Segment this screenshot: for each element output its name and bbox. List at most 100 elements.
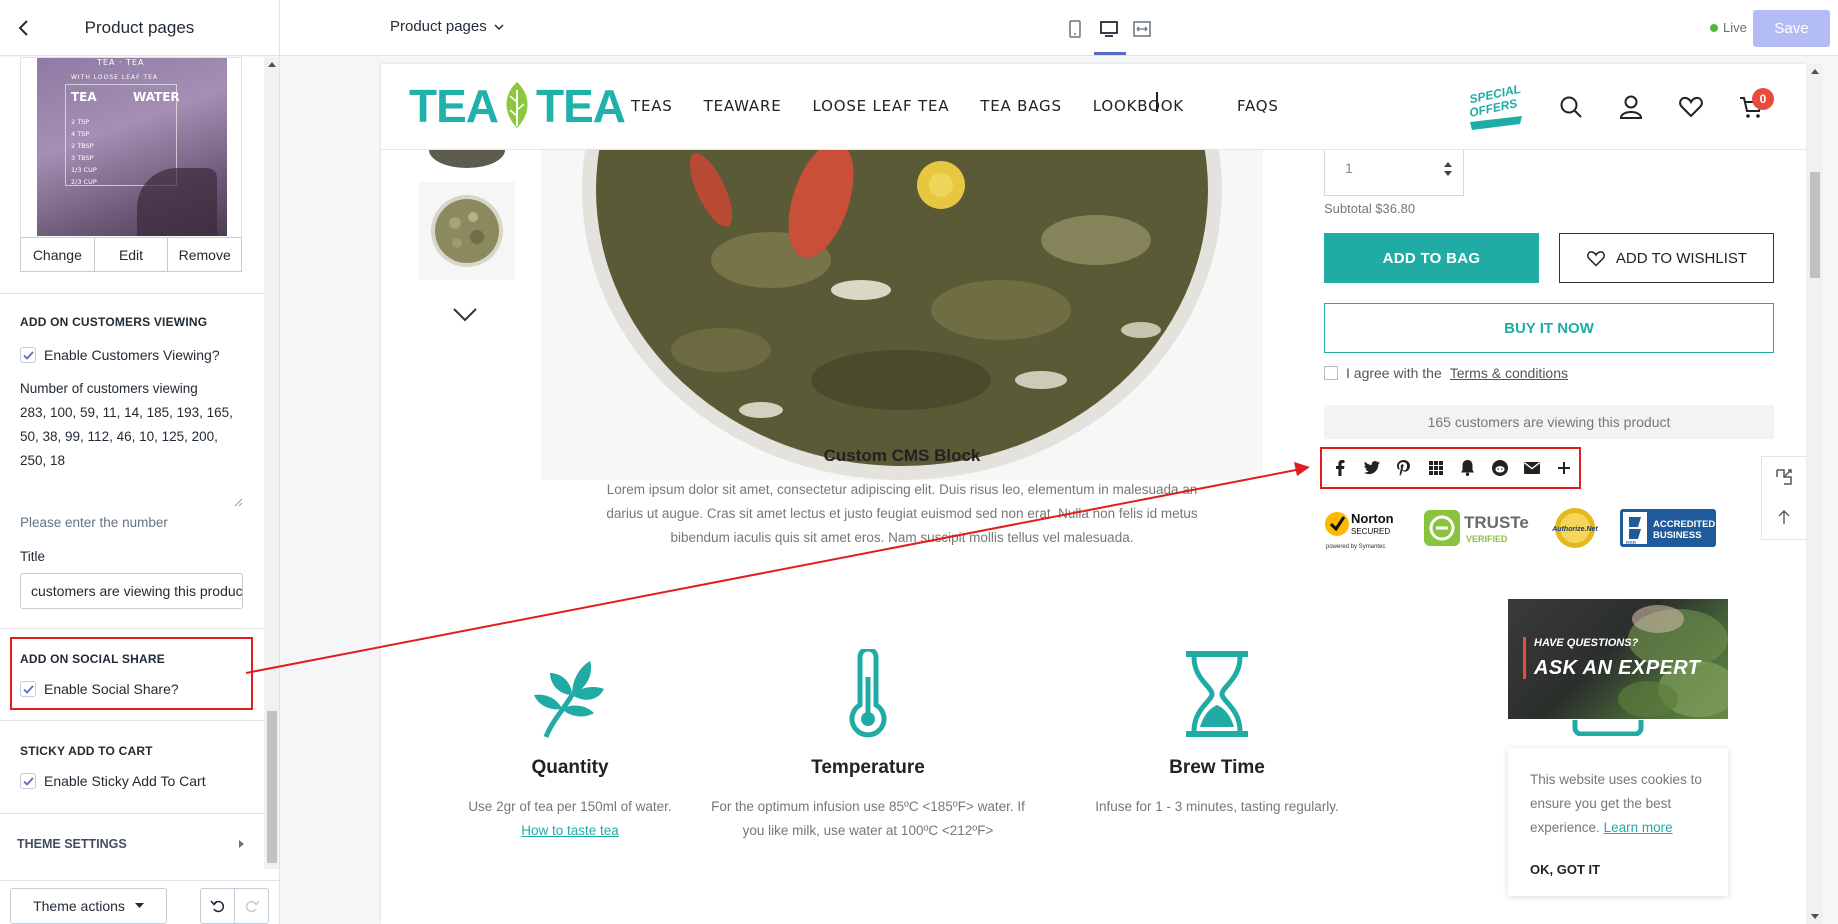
tea-thumbnail-image <box>431 195 503 267</box>
main-nav: TEAS TEAWARE LOOSE LEAF TEA TEA BAGS LOO… <box>631 97 1279 115</box>
compare-button[interactable] <box>1762 457 1806 497</box>
quantity-stepper[interactable]: 1 <box>1324 150 1464 196</box>
grid-icon[interactable] <box>1426 459 1445 478</box>
fullwidth-view-button[interactable] <box>1129 16 1155 42</box>
resize-grip-icon[interactable] <box>233 497 243 507</box>
terms-link[interactable]: Terms & conditions <box>1450 365 1568 381</box>
undo-redo-group <box>200 888 269 924</box>
nav-item-faqs[interactable]: FAQS <box>1237 97 1279 115</box>
scroll-up-icon <box>1811 69 1819 74</box>
pinterest-icon[interactable] <box>1394 459 1413 478</box>
special-offers-badge[interactable]: SPECIAL OFFERS <box>1464 82 1528 132</box>
image-preview: TEA · TEA WITH LOOSE LEAF TEA TEA WATER … <box>20 57 242 237</box>
svg-text:powered by Symantec: powered by Symantec <box>1326 544 1385 550</box>
norton-secured-badge: Norton SECURED powered by Symantec <box>1325 511 1394 550</box>
nav-item-teaware[interactable]: TEAWARE <box>704 97 782 115</box>
product-main-image[interactable] <box>541 150 1263 480</box>
settings-sidebar: TEA · TEA WITH LOOSE LEAF TEA TEA WATER … <box>0 57 280 924</box>
customers-viewing-textarea[interactable]: 283, 100, 59, 11, 14, 185, 193, 165, 50,… <box>20 401 244 531</box>
scroll-up-icon <box>268 62 276 67</box>
truste-verified-badge: TRUSTe VERIFIED <box>1424 510 1529 546</box>
facebook-icon[interactable] <box>1330 459 1349 478</box>
divider <box>0 293 264 294</box>
sidebar-footer: Theme actions <box>0 880 279 924</box>
nav-separator <box>1156 92 1158 112</box>
logo-text-left: TEA <box>409 80 499 132</box>
title-field-label: Title <box>20 549 46 564</box>
remove-image-button[interactable]: Remove <box>168 238 241 271</box>
arrow-up-icon <box>1778 510 1790 524</box>
enable-sticky-cart-checkbox[interactable]: Enable Sticky Add To Cart <box>20 773 206 789</box>
feature-brew-time: Brew Time Infuse for 1 - 3 minutes, tast… <box>1057 649 1377 819</box>
twitter-icon[interactable] <box>1362 459 1381 478</box>
wishlist-heart-icon[interactable] <box>1678 94 1704 120</box>
feature-desc: For the optimum infusion use 85ºC <185ºF… <box>711 799 1025 838</box>
sidebar-scroll-thumb[interactable] <box>267 711 277 863</box>
theme-actions-label: Theme actions <box>33 898 125 914</box>
title-input[interactable]: customers are viewing this product <box>20 573 243 609</box>
nav-item-teas[interactable]: TEAS <box>631 97 673 115</box>
sticky-cart-heading: STICKY ADD TO CART <box>20 744 153 758</box>
stepper-arrows-icon[interactable] <box>1441 158 1455 180</box>
store-header: TEA TEA TEAS TEAWARE LOOSE LEAF TEA TEA … <box>381 64 1806 150</box>
save-button[interactable]: Save <box>1753 10 1830 47</box>
scroll-down-icon <box>1811 914 1819 919</box>
nav-item-loose-leaf-tea[interactable]: LOOSE LEAF TEA <box>812 97 949 115</box>
feature-title: Quantity <box>531 757 609 778</box>
compare-icon <box>1776 469 1792 485</box>
edit-image-button[interactable]: Edit <box>95 238 169 271</box>
brewing-guide-image: TEA · TEA WITH LOOSE LEAF TEA TEA WATER … <box>37 58 227 236</box>
back-arrow-icon[interactable] <box>12 16 36 40</box>
learn-more-link[interactable]: Learn more <box>1604 820 1673 835</box>
search-icon[interactable] <box>1558 94 1584 120</box>
enable-sticky-cart-label: Enable Sticky Add To Cart <box>44 773 206 789</box>
how-to-taste-link[interactable]: How to taste tea <box>521 823 619 838</box>
image-hand-shape <box>137 168 217 236</box>
ask-expert-accent-bar <box>1523 637 1526 679</box>
cookie-accept-button[interactable]: OK, GOT IT <box>1530 858 1706 882</box>
back-to-top-button[interactable] <box>1762 497 1806 537</box>
account-icon[interactable] <box>1618 94 1644 120</box>
gallery-next-chevron-icon[interactable] <box>450 302 480 326</box>
store-logo[interactable]: TEA TEA <box>409 80 626 132</box>
partial-icon-behind-cookie <box>1572 720 1644 736</box>
social-share-highlight-box <box>10 637 253 710</box>
feature-desc: Infuse for 1 - 3 minutes, tasting regula… <box>1095 799 1339 814</box>
caret-right-icon <box>239 840 244 848</box>
nav-item-lookbook[interactable]: LOOKBOOK <box>1093 97 1184 115</box>
gallery-thumbnail[interactable] <box>419 182 515 280</box>
nav-item-tea-bags[interactable]: TEA BAGS <box>980 97 1062 115</box>
cart-count-badge: 0 <box>1752 88 1774 110</box>
theme-settings-toggle[interactable]: THEME SETTINGS <box>17 837 245 851</box>
mail-icon[interactable] <box>1522 459 1541 478</box>
tea-thumbnail-partial <box>429 150 505 168</box>
gallery-thumbnail[interactable] <box>419 150 515 170</box>
enable-customers-viewing-checkbox[interactable]: Enable Customers Viewing? <box>20 347 220 363</box>
svg-text:Authorize.Net: Authorize.Net <box>1551 526 1598 533</box>
desktop-view-button[interactable] <box>1096 16 1122 42</box>
divider <box>0 813 264 814</box>
theme-actions-button[interactable]: Theme actions <box>10 888 167 924</box>
mobile-view-button[interactable] <box>1062 16 1088 42</box>
ask-an-expert-banner[interactable]: HAVE QUESTIONS? ASK AN EXPERT <box>1508 599 1728 719</box>
chevron-down-icon <box>494 23 504 30</box>
svg-text:BBB: BBB <box>1626 541 1637 547</box>
preview-scroll-thumb[interactable] <box>1810 172 1820 278</box>
change-image-button[interactable]: Change <box>21 238 95 271</box>
number-viewing-label: Number of customers viewing <box>20 381 198 396</box>
redo-button[interactable] <box>235 889 268 923</box>
cms-block-title: Custom CMS Block <box>823 446 981 465</box>
buy-it-now-button[interactable]: BUY IT NOW <box>1324 303 1774 353</box>
add-to-wishlist-button[interactable]: ADD TO WISHLIST <box>1559 233 1774 283</box>
add-to-bag-button[interactable]: ADD TO BAG <box>1324 233 1539 283</box>
undo-button[interactable] <box>201 889 235 923</box>
mobile-icon <box>1069 20 1081 38</box>
editor-title-section: Product pages <box>0 0 280 56</box>
cookie-banner: This website uses cookies to ensure you … <box>1508 748 1728 896</box>
page-selector[interactable]: Product pages <box>390 18 505 35</box>
terms-checkbox[interactable] <box>1324 366 1338 380</box>
bell-icon[interactable] <box>1458 459 1477 478</box>
reddit-icon[interactable] <box>1490 459 1509 478</box>
desktop-icon <box>1100 21 1118 37</box>
plus-icon[interactable] <box>1554 459 1573 478</box>
